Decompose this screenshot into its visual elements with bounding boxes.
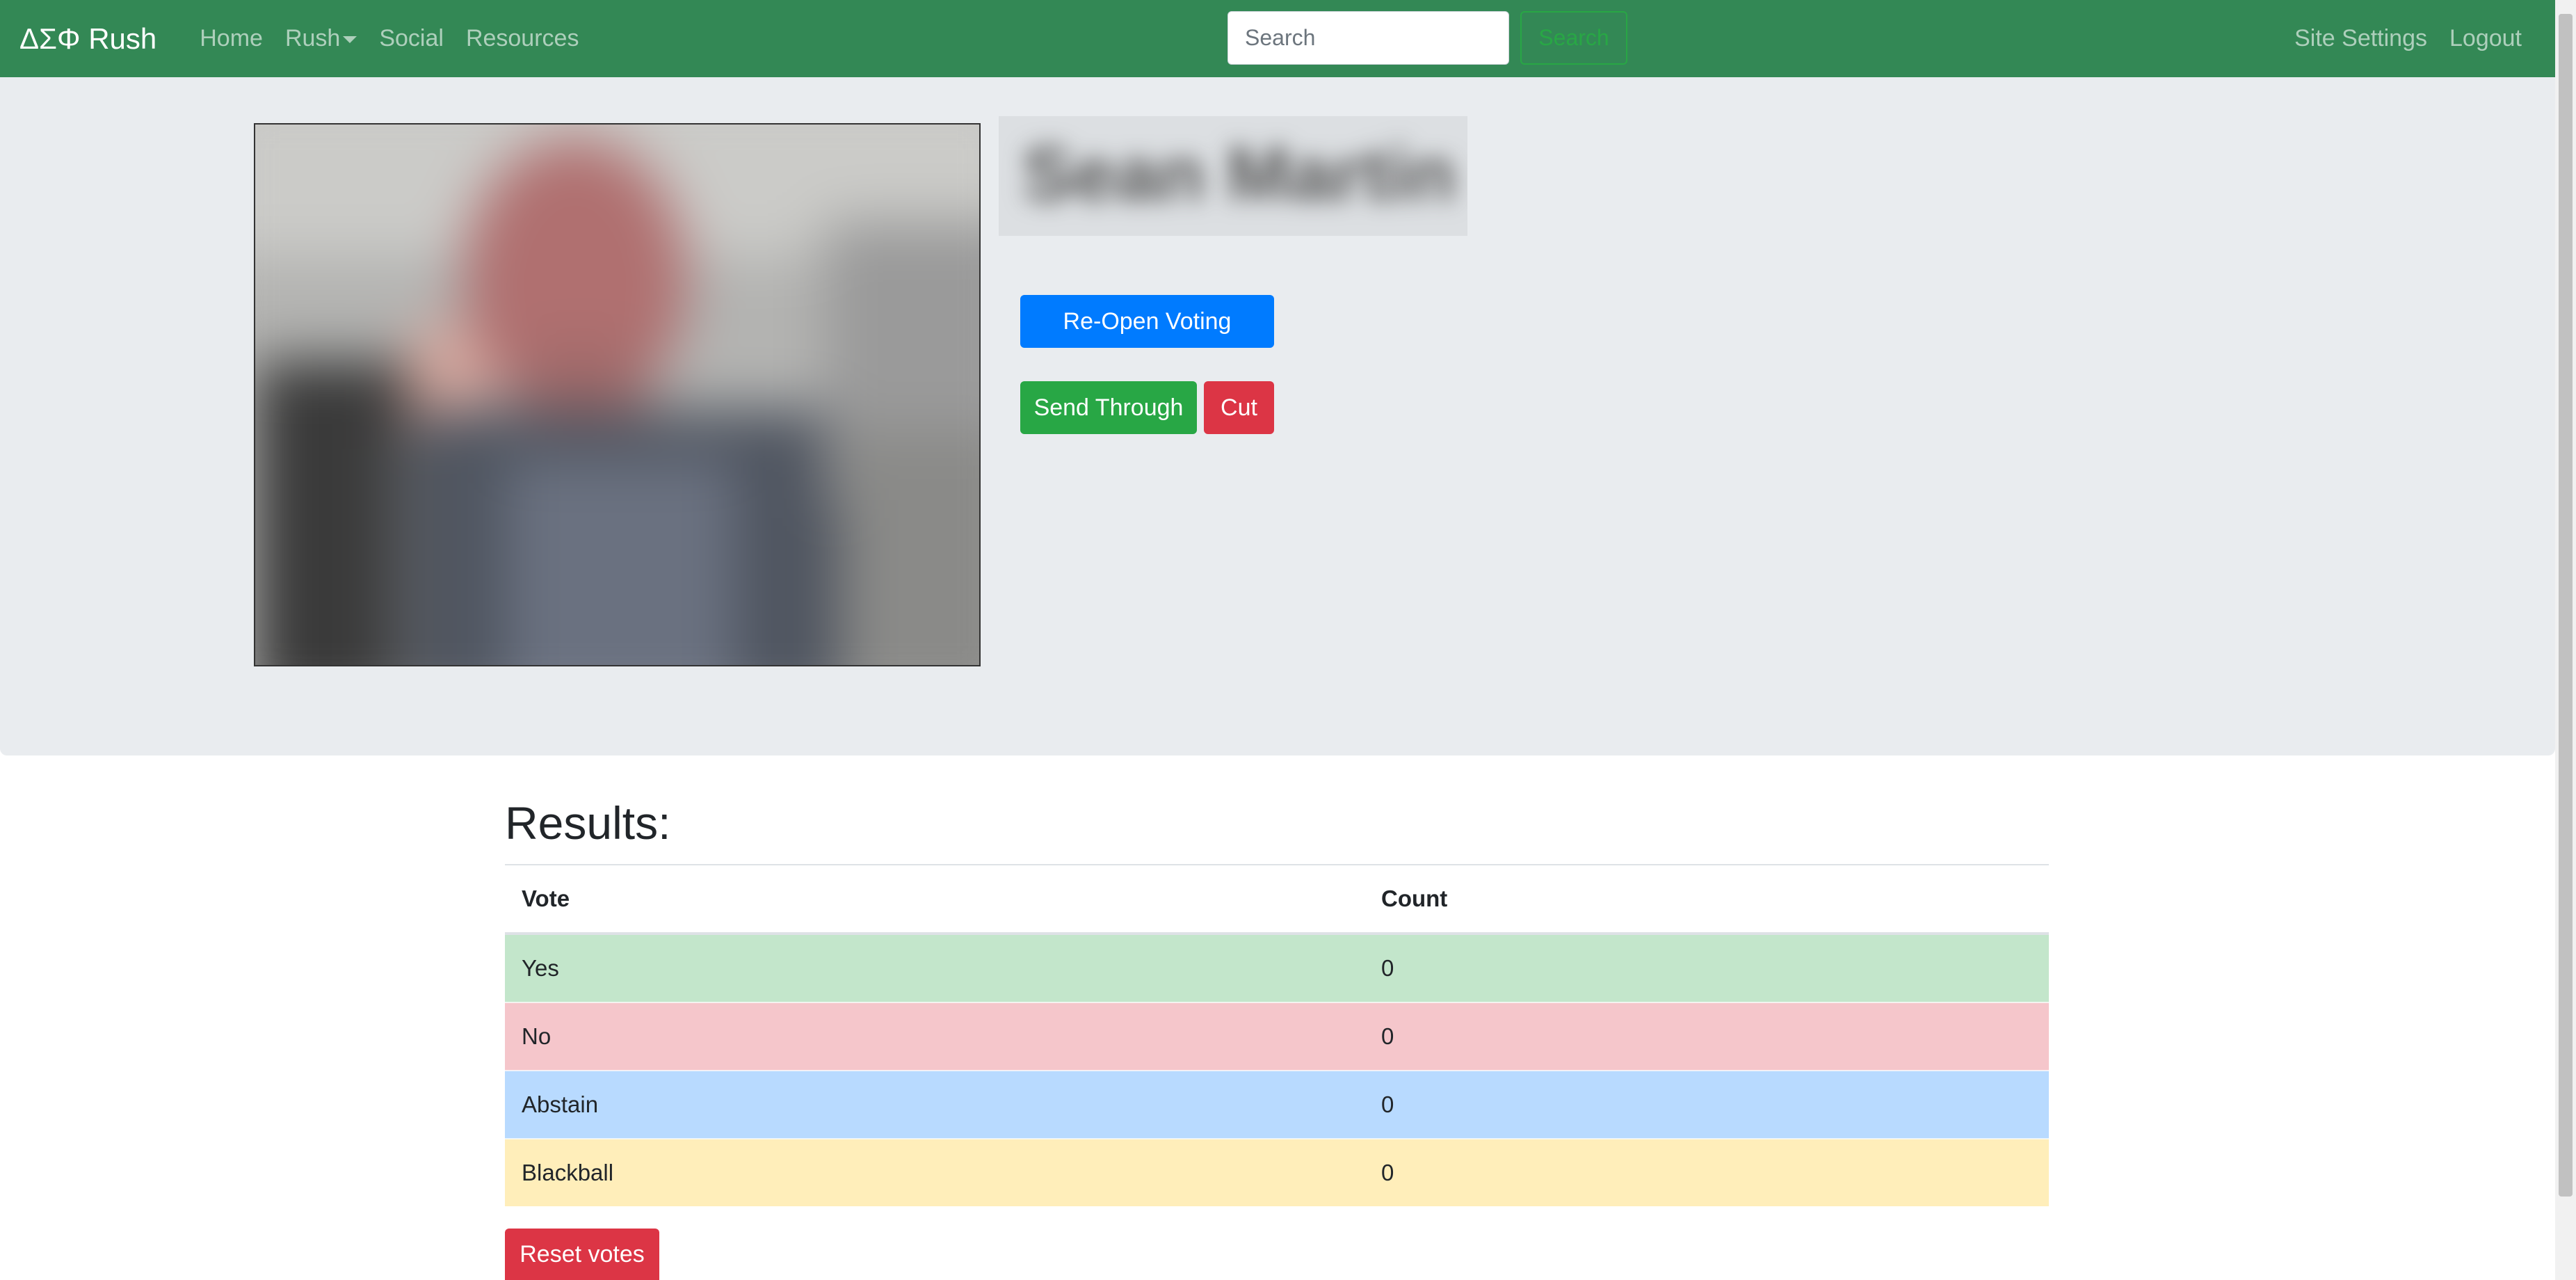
nav-link-site-settings[interactable]: Site Settings (2294, 25, 2427, 52)
vote-cell: Yes (505, 933, 1365, 1002)
scrollbar-thumb[interactable] (2559, 14, 2573, 1197)
search-input[interactable] (1227, 11, 1509, 65)
count-cell: 0 (1365, 1070, 2049, 1139)
count-cell: 0 (1365, 933, 2049, 1002)
nav-link-home[interactable]: Home (200, 25, 263, 52)
results-title: Results: (505, 797, 671, 849)
send-through-button[interactable]: Send Through (1020, 381, 1197, 434)
vote-cell: Abstain (505, 1070, 1365, 1139)
nav-link-resources[interactable]: Resources (466, 25, 579, 52)
candidate-name: Sean Martin (1022, 131, 1456, 217)
nav-link-logout[interactable]: Logout (2449, 25, 2522, 52)
cut-button[interactable]: Cut (1204, 381, 1274, 434)
table-row-no: No 0 (505, 1002, 2049, 1071)
caret-down-icon (343, 36, 357, 44)
column-header-vote: Vote (505, 865, 1365, 935)
column-header-count: Count (1365, 865, 2049, 935)
table-row-abstain: Abstain 0 (505, 1070, 2049, 1139)
vote-cell: Blackball (505, 1138, 1365, 1206)
candidate-name-box: Sean Martin (999, 116, 1467, 236)
table-header-row: Vote Count (505, 865, 2049, 935)
reopen-voting-button[interactable]: Re-Open Voting (1020, 295, 1274, 348)
top-navbar: ΔΣΦ Rush Home Rush Social Resources Sear… (0, 0, 2555, 77)
reset-votes-button[interactable]: Reset votes (505, 1229, 659, 1280)
nav-right: Site Settings Logout (2272, 0, 2522, 77)
brand-link[interactable]: ΔΣΦ Rush (19, 22, 156, 56)
search-button[interactable]: Search (1520, 11, 1627, 65)
table-row-yes: Yes 0 (505, 933, 2049, 1002)
table-row-blackball: Blackball 0 (505, 1138, 2049, 1206)
vote-cell: No (505, 1002, 1365, 1071)
count-cell: 0 (1365, 1002, 2049, 1071)
search-form: Search (1227, 11, 1627, 65)
nav-link-social[interactable]: Social (379, 25, 444, 52)
count-cell: 0 (1365, 1138, 2049, 1206)
results-table: Vote Count Yes 0 No 0 Abstain 0 Blackbal… (505, 865, 2049, 1206)
nav-dropdown-rush[interactable]: Rush (285, 25, 357, 52)
candidate-photo (254, 123, 981, 666)
page-scrollbar[interactable] (2555, 0, 2576, 1280)
nav-dropdown-rush-label: Rush (284, 25, 341, 51)
blurred-photo-image (255, 125, 979, 665)
